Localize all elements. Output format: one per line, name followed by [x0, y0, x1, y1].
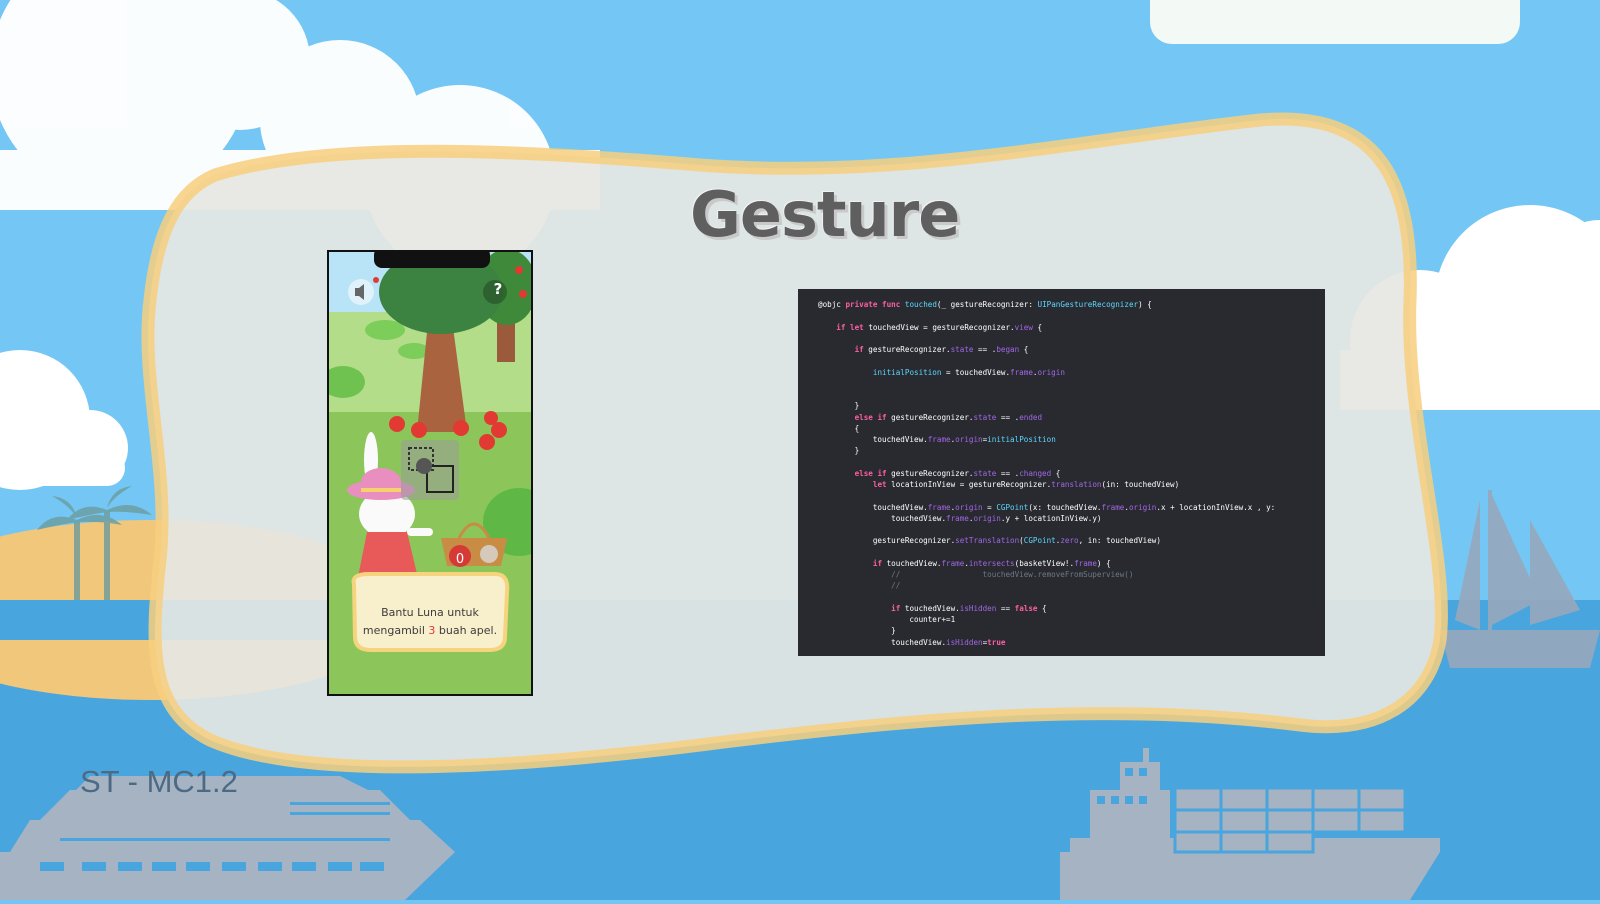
code-line: }	[818, 401, 860, 411]
code-line: //	[818, 581, 901, 591]
cloud-top-right	[1150, 0, 1520, 44]
code-panel: @objc private func touched(_ gestureReco…	[798, 289, 1325, 656]
code-line: {	[818, 423, 860, 433]
code-line: if touchedView.frame.intersects(basketVi…	[872, 558, 1111, 568]
code-line: else if gestureRecognizer.state == .chan…	[854, 468, 1061, 478]
code-line: // touchedView.removeFromSuperview()	[818, 570, 1134, 579]
instruction-text: Bantu Luna untuk mengambil 3 buah apel.	[354, 604, 506, 640]
code-line: counter+=1	[818, 615, 956, 624]
code-line: else if gestureRecognizer.state == .ende…	[854, 412, 1043, 422]
instruction-line-2: mengambil 3 buah apel.	[354, 622, 506, 640]
apple-counter: 0	[455, 552, 465, 567]
code-line: if touchedView.isHidden == false {	[891, 603, 1047, 613]
phone-screenshot: ? 0 Bantu Luna untuk mengambil 3 buah ap…	[327, 250, 533, 696]
slide: Gesture ? 0 Bantu Luna untuk mengambil 3…	[0, 0, 1600, 900]
code-line: let locationInView = gestureRecognizer.t…	[872, 480, 1180, 489]
code-line: touchedView.frame.origin = CGPoint(x: to…	[818, 502, 1276, 512]
code-line: }	[818, 626, 896, 636]
help-button[interactable]: ?	[487, 278, 509, 300]
code-line: @objc private func touched(_ gestureReco…	[818, 300, 1152, 309]
instruction-prefix: mengambil	[362, 624, 429, 637]
instruction-suffix: buah apel.	[435, 624, 498, 637]
slide-title: Gesture	[690, 178, 960, 251]
code-line: }	[818, 446, 860, 456]
code-line: if let touchedView = gestureRecognizer.v…	[836, 322, 1043, 332]
code-line: touchedView.isHidden=true	[818, 637, 1006, 647]
code-line: if gestureRecognizer.state == .began {	[854, 345, 1029, 354]
code-line: initialPosition = touchedView.frame.orig…	[872, 367, 1065, 377]
deck-label: ST - MC1.2	[80, 764, 238, 799]
code-line: touchedView.frame.origin.y + locationInV…	[818, 513, 1102, 523]
code-line: touchedView.frame.origin=initialPosition	[818, 435, 1056, 444]
code-line: gestureRecognizer.setTranslation(CGPoint…	[818, 536, 1161, 546]
instruction-line-1: Bantu Luna untuk	[381, 606, 479, 619]
